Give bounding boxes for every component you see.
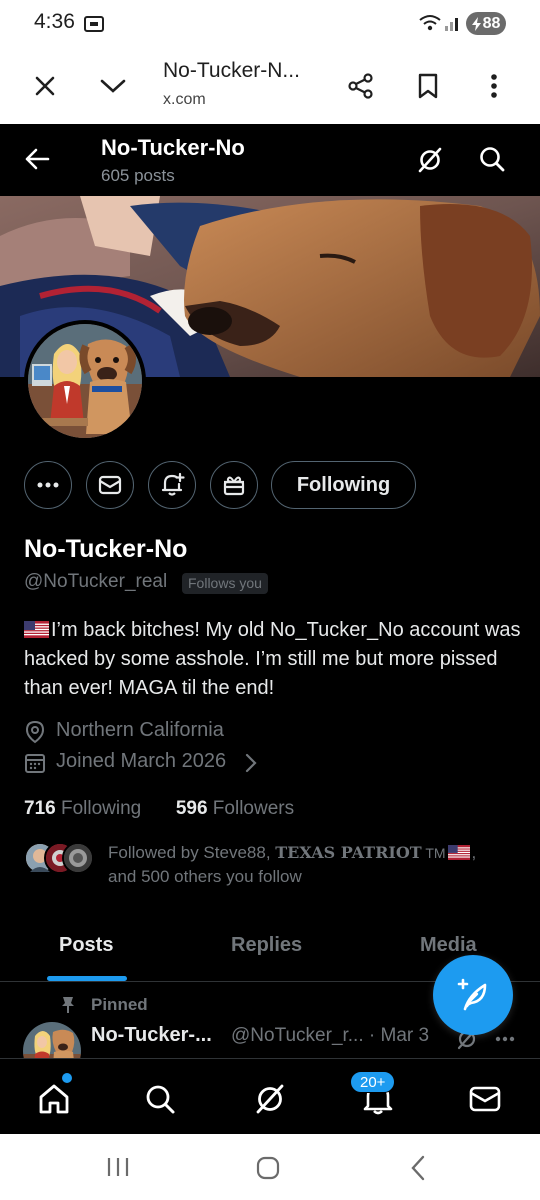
browser-toolbar: No-Tucker-N... x.com — [0, 48, 540, 124]
gift-button[interactable] — [210, 461, 258, 509]
home-icon[interactable] — [34, 1079, 74, 1119]
followers-label: Followers — [212, 798, 295, 819]
home-unread-dot — [62, 1073, 72, 1083]
follows-you-badge: Follows you — [182, 573, 268, 594]
followed-by-text[interactable]: Followed by Steve88, TEXAS PATRIOT TM, a… — [108, 841, 518, 888]
grok-icon[interactable] — [250, 1079, 290, 1119]
more-vert-icon[interactable] — [474, 66, 514, 106]
more-options-button[interactable] — [24, 461, 72, 509]
profile-bio: I’m back bitches! My old No_Tucker_No ac… — [24, 616, 524, 703]
profile-joined-date[interactable]: Joined March 2026 — [56, 750, 226, 773]
pin-icon — [60, 996, 76, 1014]
post-author-meta: @NoTucker_r... · Mar 3 — [231, 1025, 430, 1046]
wifi-icon — [418, 13, 442, 33]
profile-name: No-Tucker-No — [24, 535, 188, 563]
following-count: 716 — [24, 798, 56, 819]
header-name: No-Tucker-No — [101, 135, 245, 160]
bookmark-icon[interactable] — [408, 66, 448, 106]
compose-post-button[interactable] — [433, 955, 513, 1035]
following-link[interactable]: 716 Following — [24, 798, 141, 819]
pinned-label: Pinned — [91, 995, 148, 1014]
followers-count: 596 — [175, 798, 208, 819]
cast-icon — [83, 14, 105, 34]
followers-link[interactable]: 596 Followers — [176, 798, 294, 819]
browser-domain[interactable]: x.com — [163, 91, 206, 109]
gift-icon — [223, 476, 245, 496]
header-post-count: 605 posts — [101, 166, 175, 185]
followed-by-line2: and 500 others you follow — [108, 867, 302, 886]
battery-level: 88 — [482, 14, 501, 32]
chevron-down-icon[interactable] — [93, 66, 133, 106]
post-author-name[interactable]: No-Tucker-... — [91, 1024, 212, 1047]
followed-by-suffix: , — [471, 843, 477, 862]
back-icon[interactable] — [410, 1155, 426, 1181]
location-pin-icon — [24, 720, 46, 744]
home-button-icon[interactable] — [256, 1156, 280, 1180]
tab-media[interactable]: Media — [420, 934, 477, 957]
search-icon[interactable] — [478, 145, 506, 173]
back-arrow-icon[interactable] — [24, 146, 50, 172]
following-label: Following — [60, 798, 142, 819]
profile-avatar[interactable] — [24, 320, 146, 442]
tab-posts[interactable]: Posts — [59, 934, 113, 957]
chevron-right-icon[interactable] — [244, 752, 258, 774]
notify-button[interactable] — [148, 461, 196, 509]
profile-location: Northern California — [56, 719, 224, 741]
profile-handle: @NoTucker_real — [24, 571, 168, 592]
notifications-badge: 20+ — [350, 1071, 396, 1093]
system-navigation-bar — [0, 1134, 540, 1200]
messages-icon[interactable] — [465, 1079, 505, 1119]
close-icon[interactable] — [25, 66, 65, 106]
status-bar: 4:36 88 — [0, 0, 540, 48]
bell-plus-icon — [161, 472, 185, 496]
us-flag-icon — [24, 621, 49, 638]
followed-by-prefix: Followed by Steve88, — [108, 843, 276, 862]
followed-by-name2: TEXAS PATRIOT — [275, 843, 422, 862]
more-horiz-icon — [37, 482, 59, 488]
profile-header-bar: No-Tucker-No 605 posts — [0, 124, 540, 196]
share-icon[interactable] — [341, 66, 381, 106]
compose-feather-icon — [457, 978, 487, 1011]
followed-by-tm: TM — [421, 845, 446, 861]
battery-icon: 88 — [466, 12, 506, 35]
mail-icon — [98, 475, 122, 495]
search-icon[interactable] — [140, 1079, 180, 1119]
us-flag-icon — [447, 845, 470, 860]
following-button[interactable]: Following — [271, 461, 416, 509]
profile-bio-text: I’m back bitches! My old No_Tucker_No ac… — [24, 619, 521, 699]
message-button[interactable] — [86, 461, 134, 509]
bottom-navigation: 20+ — [0, 1058, 540, 1134]
tab-replies[interactable]: Replies — [231, 934, 302, 957]
signal-icon — [444, 13, 462, 33]
calendar-icon — [24, 751, 46, 775]
post-more-icon[interactable] — [495, 1036, 515, 1042]
active-tab-indicator — [47, 976, 127, 981]
status-time: 4:36 — [34, 10, 75, 33]
browser-page-title[interactable]: No-Tucker-N... — [163, 59, 300, 83]
mutual-avatar[interactable] — [62, 842, 94, 874]
grok-icon[interactable] — [416, 146, 444, 174]
follow-counts: 716 Following 596 Followers — [24, 798, 294, 820]
recent-apps-icon[interactable] — [106, 1157, 130, 1177]
